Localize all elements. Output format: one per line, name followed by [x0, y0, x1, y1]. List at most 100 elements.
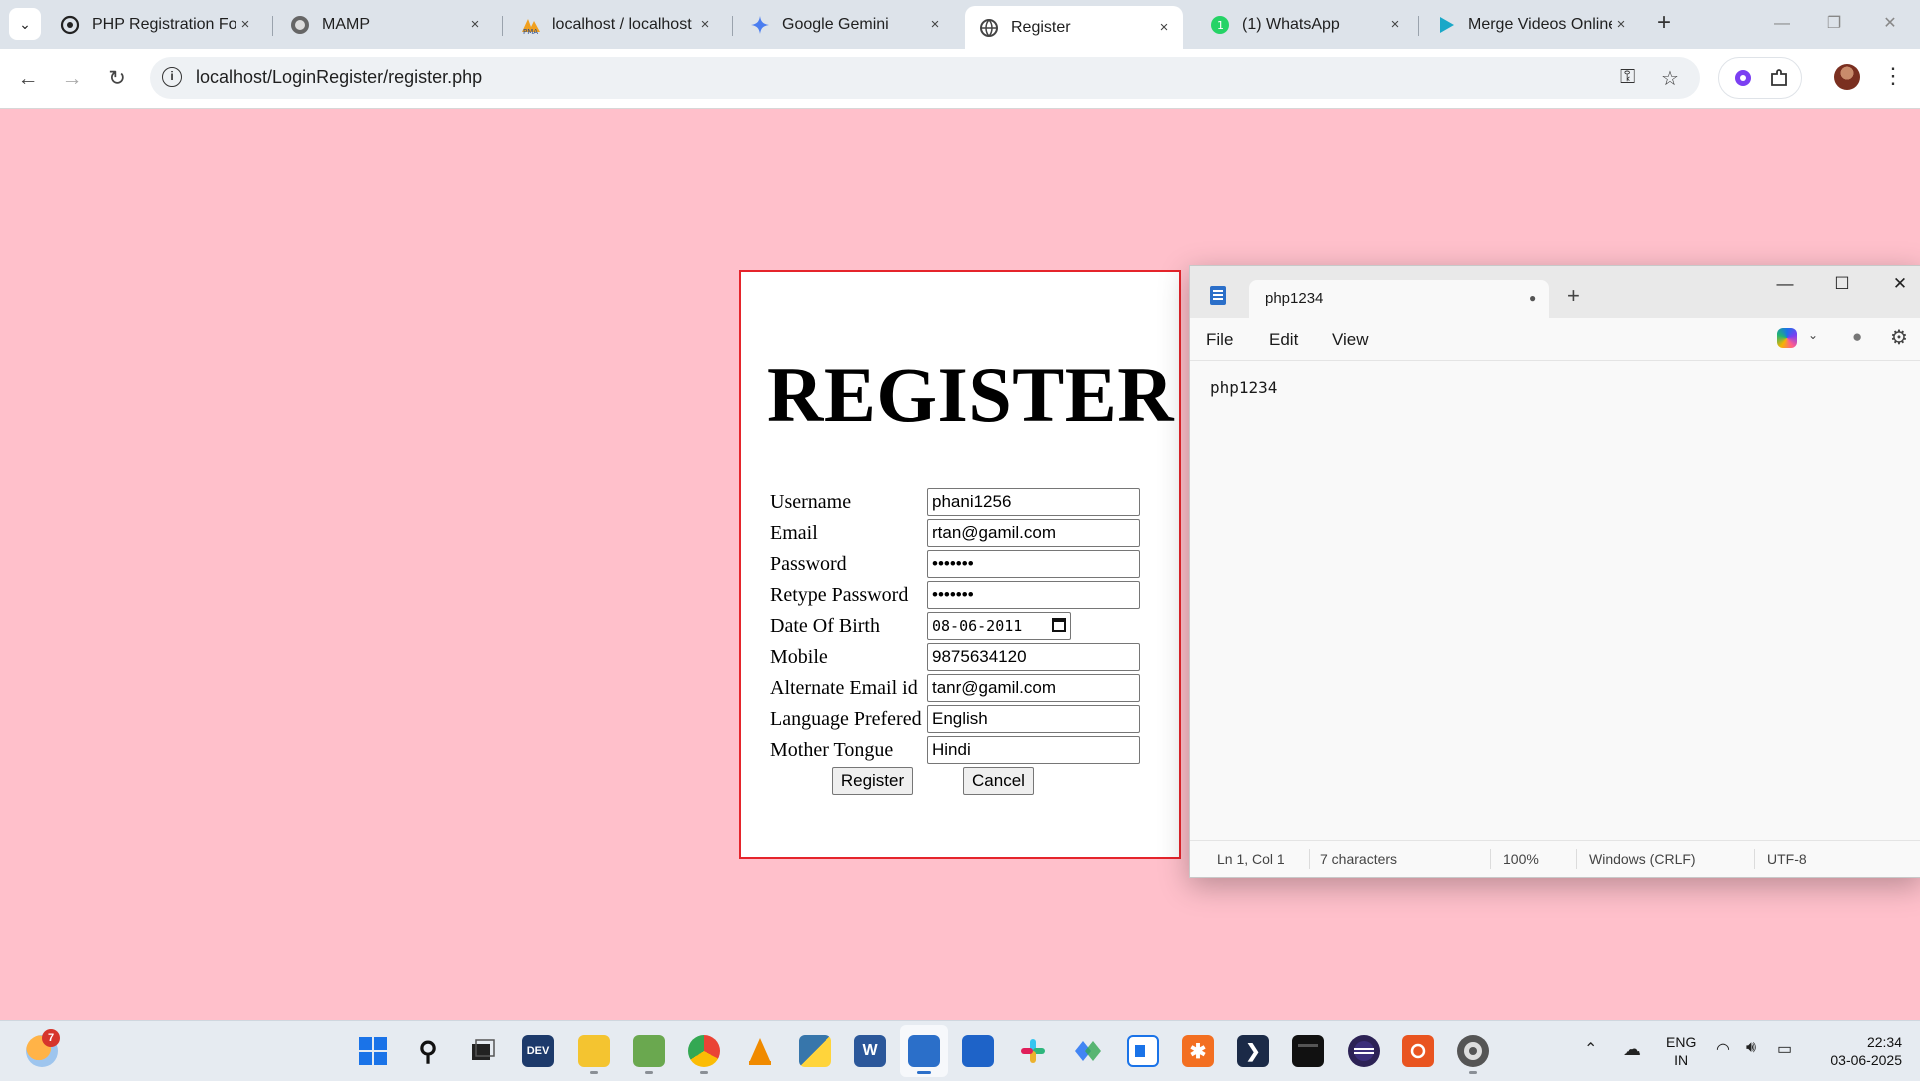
notepad-tab[interactable]: php1234 ●	[1249, 280, 1549, 318]
notepad-text-area[interactable]: php1234	[1210, 378, 1277, 397]
account-icon[interactable]: ●	[1852, 327, 1862, 347]
browser-tab-mamp[interactable]: MAMP ×	[276, 6, 494, 43]
store-icon[interactable]	[962, 1035, 994, 1067]
windows-start-icon[interactable]	[357, 1035, 389, 1067]
region-code: IN	[1674, 1052, 1689, 1068]
powershell-icon[interactable]: ❯	[1237, 1035, 1269, 1067]
devhome-icon[interactable]: DEV	[522, 1035, 554, 1067]
close-icon[interactable]: ×	[466, 16, 484, 33]
extension-gear-icon[interactable]	[1733, 68, 1753, 88]
register-button[interactable]: Register	[832, 767, 913, 795]
star-icon[interactable]: ☆	[1661, 66, 1679, 91]
chevron-up-icon[interactable]: ⌃	[1584, 1039, 1597, 1059]
dob-label: Date Of Birth	[770, 615, 880, 637]
forward-icon[interactable]: →	[56, 63, 88, 95]
browser-tab-phpmyadmin[interactable]: PMA localhost / localhost ×	[506, 6, 724, 43]
unsaved-dot-icon[interactable]: ●	[1529, 291, 1536, 305]
browser-tab-merge-videos[interactable]: Merge Videos Online ×	[1422, 6, 1640, 43]
alternate-email-label: Alternate Email id	[770, 677, 918, 699]
language-input[interactable]: English	[927, 705, 1140, 733]
battery-icon[interactable]: ▭	[1777, 1039, 1792, 1059]
ubuntu-icon[interactable]	[1402, 1035, 1434, 1067]
encoding: UTF-8	[1767, 851, 1807, 867]
key-icon[interactable]: ⚿	[1620, 66, 1635, 89]
mamp-taskbar-icon[interactable]	[1457, 1035, 1489, 1067]
close-icon[interactable]: ×	[236, 16, 254, 33]
xampp-icon[interactable]: ✱	[1182, 1035, 1214, 1067]
search-icon[interactable]: ⚲	[412, 1035, 444, 1067]
mobile-input[interactable]: 9875634120	[927, 643, 1140, 671]
tab-separator	[1418, 16, 1419, 36]
new-tab-button[interactable]: +	[1650, 10, 1678, 38]
notepad-close-icon[interactable]: ✕	[1885, 274, 1915, 294]
email-input[interactable]: rtan@gamil.com	[927, 519, 1140, 547]
alternate-email-input[interactable]: tanr@gamil.com	[927, 674, 1140, 702]
language-code: ENG	[1666, 1034, 1697, 1050]
copilot-taskbar-icon[interactable]	[1072, 1035, 1104, 1067]
chrome-icon[interactable]	[688, 1035, 720, 1067]
url-text[interactable]: localhost/LoginRegister/register.php	[196, 67, 482, 88]
onedrive-icon[interactable]: ☁	[1623, 1039, 1641, 1060]
browser-tab-register[interactable]: Register ×	[965, 6, 1183, 49]
window-app-icon[interactable]	[1127, 1035, 1159, 1067]
password-input[interactable]: •••••••	[927, 550, 1140, 578]
address-bar[interactable]: i localhost/LoginRegister/register.php ⚿…	[150, 57, 1700, 99]
mother-tongue-input[interactable]: Hindi	[927, 736, 1140, 764]
cancel-button[interactable]: Cancel	[963, 767, 1034, 795]
notepad-minimize-icon[interactable]: —	[1770, 274, 1800, 294]
running-indicator	[700, 1071, 708, 1074]
chevron-down-icon[interactable]: ⌄	[1808, 328, 1818, 342]
browser-toolbar: ← → ↻ i localhost/LoginRegister/register…	[0, 49, 1920, 109]
close-icon[interactable]: ×	[696, 16, 714, 33]
menu-file[interactable]: File	[1206, 330, 1233, 350]
menu-edit[interactable]: Edit	[1269, 330, 1298, 350]
slack-icon[interactable]	[1017, 1035, 1049, 1067]
site-info-icon[interactable]: i	[162, 67, 182, 87]
restore-icon[interactable]: ❐	[1814, 8, 1854, 40]
terminal-icon[interactable]	[1292, 1035, 1324, 1067]
elephant-icon	[290, 15, 310, 35]
file-explorer-icon[interactable]	[578, 1035, 610, 1067]
volume-icon[interactable]: 🔊︎	[1746, 1039, 1756, 1057]
back-icon[interactable]: ←	[12, 63, 44, 95]
clock[interactable]: 22:34 03-06-2025	[1816, 1033, 1902, 1069]
notepad-taskbar-icon[interactable]	[908, 1035, 940, 1067]
running-indicator	[1469, 1071, 1477, 1074]
puzzle-icon[interactable]	[1769, 68, 1789, 88]
close-icon[interactable]: ×	[1155, 19, 1173, 36]
reload-icon[interactable]: ↻	[101, 63, 133, 95]
close-icon[interactable]: ×	[1386, 16, 1404, 33]
profile-avatar[interactable]	[1834, 64, 1860, 90]
task-view-icon[interactable]	[466, 1035, 498, 1067]
retype-password-input[interactable]: •••••••	[927, 581, 1140, 609]
eclipse-icon[interactable]	[1348, 1035, 1380, 1067]
close-window-icon[interactable]: ✕	[1870, 8, 1910, 40]
browser-tab-php-registration[interactable]: PHP Registration For ×	[46, 6, 264, 43]
browser-tab-gemini[interactable]: Google Gemini ×	[736, 6, 954, 43]
notepad-status-bar: Ln 1, Col 1 7 characters 100% Windows (C…	[1190, 840, 1920, 877]
wifi-icon[interactable]: ◠	[1716, 1039, 1730, 1059]
tab-title: PHP Registration For	[92, 15, 236, 33]
python-icon[interactable]	[799, 1035, 831, 1067]
menu-view[interactable]: View	[1332, 330, 1369, 350]
notepad-new-tab-button[interactable]: +	[1567, 285, 1580, 307]
running-indicator	[645, 1071, 653, 1074]
close-icon[interactable]: ×	[1612, 16, 1630, 33]
image-editor-icon[interactable]	[633, 1035, 665, 1067]
close-icon[interactable]: ×	[926, 16, 944, 33]
retype-password-label: Retype Password	[770, 584, 909, 606]
minimize-icon[interactable]: —	[1762, 8, 1802, 40]
settings-gear-icon[interactable]: ⚙	[1890, 325, 1908, 350]
browser-tab-whatsapp[interactable]: 1 (1) WhatsApp ×	[1196, 6, 1414, 43]
dob-input[interactable]: 08-06-2011	[927, 612, 1071, 640]
copilot-icon[interactable]	[1777, 328, 1797, 348]
vlc-icon[interactable]	[744, 1035, 776, 1067]
tab-search-button[interactable]: ⌄	[9, 8, 41, 40]
clock-date: 03-06-2025	[1830, 1052, 1902, 1068]
username-input[interactable]: phani1256	[927, 488, 1140, 516]
language-indicator[interactable]: ENG IN	[1666, 1033, 1696, 1069]
calendar-icon[interactable]	[1052, 618, 1066, 632]
word-icon[interactable]: W	[854, 1035, 886, 1067]
notepad-maximize-icon[interactable]: ☐	[1827, 274, 1857, 294]
more-menu-icon[interactable]: ⋮	[1882, 63, 1904, 89]
